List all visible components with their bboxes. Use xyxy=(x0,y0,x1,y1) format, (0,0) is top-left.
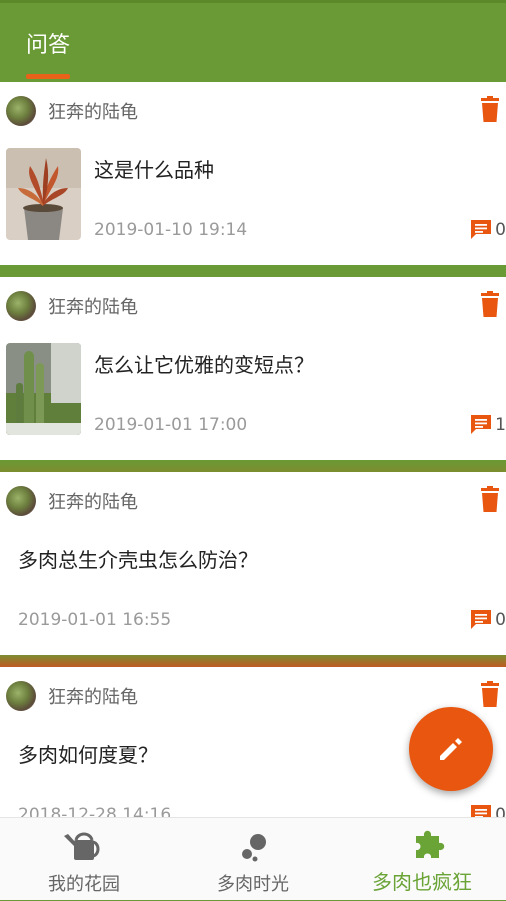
comment-icon[interactable] xyxy=(470,219,492,239)
post-date: 2018-12-28 14:16 xyxy=(18,805,172,817)
comment-count: 1 xyxy=(495,415,506,435)
tab-indicator xyxy=(26,74,70,79)
avatar[interactable] xyxy=(6,486,36,516)
nav-label: 我的花园 xyxy=(48,874,120,895)
bottom-navigation: 我的花园 多肉时光 多肉也疯狂 xyxy=(0,817,506,900)
post-date: 2019-01-10 19:14 xyxy=(94,220,248,240)
trash-icon[interactable] xyxy=(480,486,500,512)
post-title[interactable]: 多肉如何度夏？ xyxy=(18,739,158,768)
post-thumbnail[interactable] xyxy=(6,343,81,435)
post-card[interactable]: 狂奔的陆龟 这是什么品种 2019-01-10 19:14 0 xyxy=(0,82,506,265)
nav-label: 多肉也疯狂 xyxy=(372,870,472,894)
post-title[interactable]: 怎么让它优雅的变短点？ xyxy=(94,349,314,378)
avatar[interactable] xyxy=(6,681,36,711)
comment-icon[interactable] xyxy=(470,414,492,434)
comment-icon[interactable] xyxy=(470,609,492,629)
nav-my-garden[interactable]: 我的花园 xyxy=(0,818,168,901)
puzzle-icon xyxy=(416,830,445,858)
post-card[interactable]: 狂奔的陆龟 怎么让它优雅的变短点？ 2019-01-01 17:00 1 xyxy=(0,277,506,460)
comment-icon[interactable] xyxy=(470,804,492,817)
post-date: 2019-01-01 17:00 xyxy=(94,415,248,435)
post-username[interactable]: 狂奔的陆龟 xyxy=(48,488,138,514)
card-divider xyxy=(0,460,506,472)
post-username[interactable]: 狂奔的陆龟 xyxy=(48,293,138,319)
trash-icon[interactable] xyxy=(480,96,500,122)
post-username[interactable]: 狂奔的陆龟 xyxy=(48,98,138,124)
post-username[interactable]: 狂奔的陆龟 xyxy=(48,683,138,709)
nav-succulent-time[interactable]: 多肉时光 xyxy=(169,818,337,901)
card-divider xyxy=(0,655,506,667)
post-title[interactable]: 多肉总生介壳虫怎么防治？ xyxy=(18,544,258,573)
trash-icon[interactable] xyxy=(480,291,500,317)
nav-label: 多肉时光 xyxy=(217,874,289,895)
question-feed[interactable]: 狂奔的陆龟 这是什么品种 2019-01-10 19:14 0 狂奔的陆龟 怎么… xyxy=(0,82,506,817)
post-title[interactable]: 这是什么品种 xyxy=(94,154,214,183)
pencil-icon xyxy=(440,738,462,760)
trash-icon[interactable] xyxy=(480,681,500,707)
tab-qa[interactable]: 问答 xyxy=(26,27,70,59)
comment-count: 0 xyxy=(495,805,506,817)
avatar[interactable] xyxy=(6,96,36,126)
card-divider xyxy=(0,265,506,277)
post-thumbnail[interactable] xyxy=(6,148,81,240)
post-card[interactable]: 狂奔的陆龟 多肉总生介壳虫怎么防治？ 2019-01-01 16:55 0 xyxy=(0,472,506,655)
comment-count: 0 xyxy=(495,610,506,630)
nav-succulent-crazy[interactable]: 多肉也疯狂 xyxy=(338,818,506,901)
avatar[interactable] xyxy=(6,291,36,321)
post-date: 2019-01-01 16:55 xyxy=(18,610,172,630)
compose-button[interactable] xyxy=(409,707,493,791)
bubbles-icon xyxy=(242,834,266,862)
app-header: 问答 xyxy=(0,0,506,80)
comment-count: 0 xyxy=(495,220,506,240)
watering-can-icon xyxy=(64,832,100,860)
